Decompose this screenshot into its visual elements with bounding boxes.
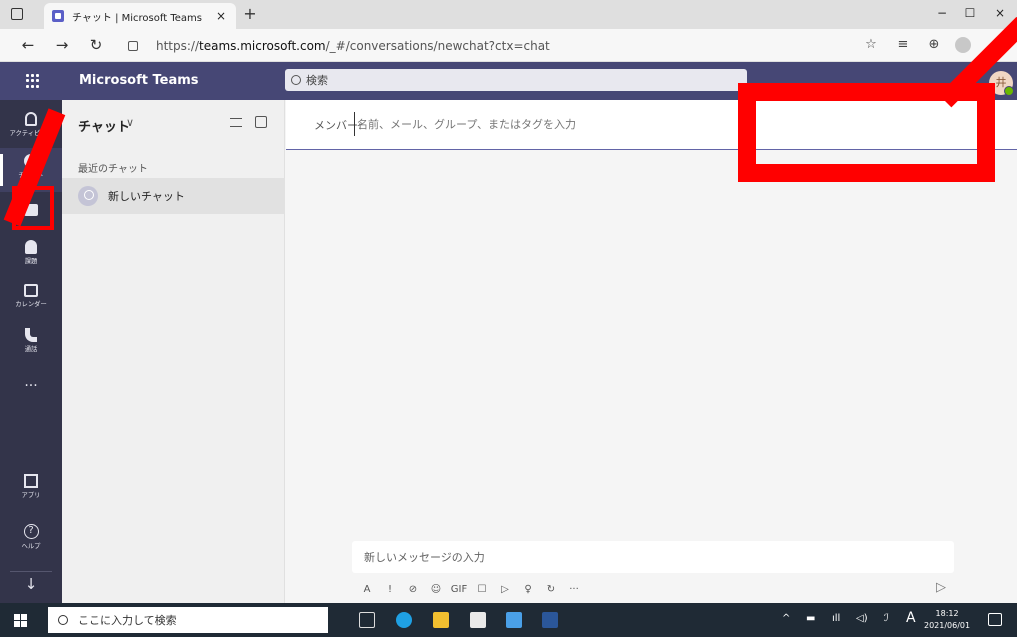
- message-compose-box[interactable]: 新しいメッセージの入力: [352, 541, 954, 573]
- edge-browser-icon[interactable]: [396, 612, 412, 628]
- store-icon[interactable]: [470, 612, 486, 628]
- favorite-star-icon[interactable]: ☆: [862, 36, 880, 54]
- browser-tab[interactable]: チャット | Microsoft Teams ×: [44, 3, 236, 29]
- emoji-icon[interactable]: ☺: [425, 582, 447, 598]
- volume-icon[interactable]: ◁): [856, 613, 868, 624]
- windows-start-icon[interactable]: [14, 614, 27, 627]
- help-icon: ?: [23, 524, 39, 539]
- download-icon[interactable]: ↓: [10, 571, 52, 597]
- rail-item-calendar[interactable]: カレンダー: [0, 278, 62, 322]
- format-icon[interactable]: A: [356, 582, 378, 598]
- taskbar-clock[interactable]: 18:12 2021/06/01: [924, 608, 970, 632]
- meet-icon[interactable]: ▷: [494, 582, 516, 598]
- more-apps-icon[interactable]: ···: [0, 378, 62, 394]
- browser-navbar: ← → ↻ https://teams.microsoft.com/_#/con…: [0, 29, 1017, 62]
- rail-item-calls[interactable]: 通話: [0, 322, 62, 366]
- tab-title: チャット | Microsoft Teams: [72, 12, 202, 24]
- new-chat-icon[interactable]: [255, 116, 267, 128]
- mail-icon[interactable]: [506, 612, 522, 628]
- favorites-list-icon[interactable]: ≡: [894, 36, 912, 54]
- teams-favicon-icon: [52, 10, 64, 22]
- search-icon: [58, 615, 68, 625]
- phone-icon: [25, 328, 37, 342]
- compose-placeholder: 新しいメッセージの入力: [364, 551, 485, 564]
- url-text: https://teams.microsoft.com/_#/conversat…: [156, 38, 550, 53]
- browser-profile-icon[interactable]: [955, 37, 971, 53]
- chat-list-title[interactable]: チャット: [78, 116, 130, 135]
- minimize-button[interactable]: −: [932, 6, 952, 20]
- rail-item-apps[interactable]: アプリ: [0, 468, 62, 512]
- search-placeholder: 検索: [306, 74, 328, 87]
- chat-name: 新しいチャット: [108, 190, 185, 203]
- filter-icon[interactable]: [230, 118, 242, 127]
- taskbar-search-placeholder: ここに入力して検索: [78, 614, 177, 627]
- rail-item-assignments[interactable]: 課題: [0, 234, 62, 278]
- loop-icon[interactable]: ↻: [540, 582, 562, 598]
- back-arrow-icon[interactable]: ←: [18, 35, 38, 55]
- recipient-input[interactable]: [354, 112, 754, 136]
- assignments-icon: [25, 240, 37, 254]
- send-icon[interactable]: ▷: [932, 580, 950, 598]
- compose-toolbar: A ! ⊘ ☺ GIF ☐ ▷ ♀ ↻ ···: [356, 580, 996, 600]
- attach-icon[interactable]: ⊘: [402, 582, 424, 598]
- task-view-icon[interactable]: [359, 612, 375, 628]
- app-name: Microsoft Teams: [79, 73, 199, 88]
- app-launcher-icon[interactable]: [26, 74, 40, 88]
- windows-taskbar: ここに入力して検索 ^ ▬ ıll ◁) ℐ A 18:12 2021/06/0…: [0, 603, 1017, 637]
- tray-chevron-icon[interactable]: ^: [782, 613, 790, 624]
- new-tab-button[interactable]: +: [240, 4, 260, 24]
- forward-arrow-icon[interactable]: →: [52, 35, 72, 55]
- bell-icon: [25, 112, 37, 126]
- chat-list-panel: チャット ∨ 最近のチャット 新しいチャット: [62, 100, 285, 603]
- address-bar[interactable]: https://teams.microsoft.com/_#/conversat…: [118, 33, 818, 58]
- person-icon: [78, 186, 98, 206]
- search-box[interactable]: 検索: [285, 69, 747, 91]
- chevron-down-icon[interactable]: ∨: [126, 116, 134, 129]
- pen-icon[interactable]: ℐ: [884, 613, 889, 624]
- tab-actions-icon[interactable]: [11, 8, 23, 20]
- sticker-icon[interactable]: ☐: [471, 582, 493, 598]
- recent-chats-label: 最近のチャット: [78, 164, 148, 175]
- apps-icon: [24, 474, 38, 488]
- more-options-icon[interactable]: ···: [563, 582, 585, 598]
- refresh-icon[interactable]: ↻: [86, 35, 106, 55]
- notification-icon[interactable]: [988, 613, 1002, 626]
- calendar-icon: [24, 284, 38, 297]
- tab-close-icon[interactable]: ×: [214, 9, 228, 23]
- network-icon[interactable]: ıll: [832, 613, 840, 624]
- close-window-button[interactable]: ×: [990, 6, 1010, 20]
- collections-icon[interactable]: ⊕: [925, 36, 943, 54]
- chat-list-item[interactable]: 新しいチャット: [62, 178, 285, 214]
- battery-icon[interactable]: ▬: [806, 613, 815, 624]
- rail-item-help[interactable]: ? ヘルプ: [0, 518, 62, 562]
- browser-tab-strip: チャット | Microsoft Teams × + − ☐ ×: [0, 0, 1017, 29]
- word-icon[interactable]: [542, 612, 558, 628]
- ime-icon[interactable]: A: [906, 610, 916, 626]
- praise-icon[interactable]: ♀: [517, 582, 539, 598]
- important-icon[interactable]: !: [379, 582, 401, 598]
- file-explorer-icon[interactable]: [433, 612, 449, 628]
- maximize-button[interactable]: ☐: [960, 6, 980, 20]
- search-icon: [291, 75, 301, 85]
- taskbar-search[interactable]: ここに入力して検索: [48, 607, 328, 633]
- annotation-highlight-teams: [12, 186, 54, 230]
- lock-icon: [128, 40, 138, 51]
- gif-icon[interactable]: GIF: [448, 582, 470, 598]
